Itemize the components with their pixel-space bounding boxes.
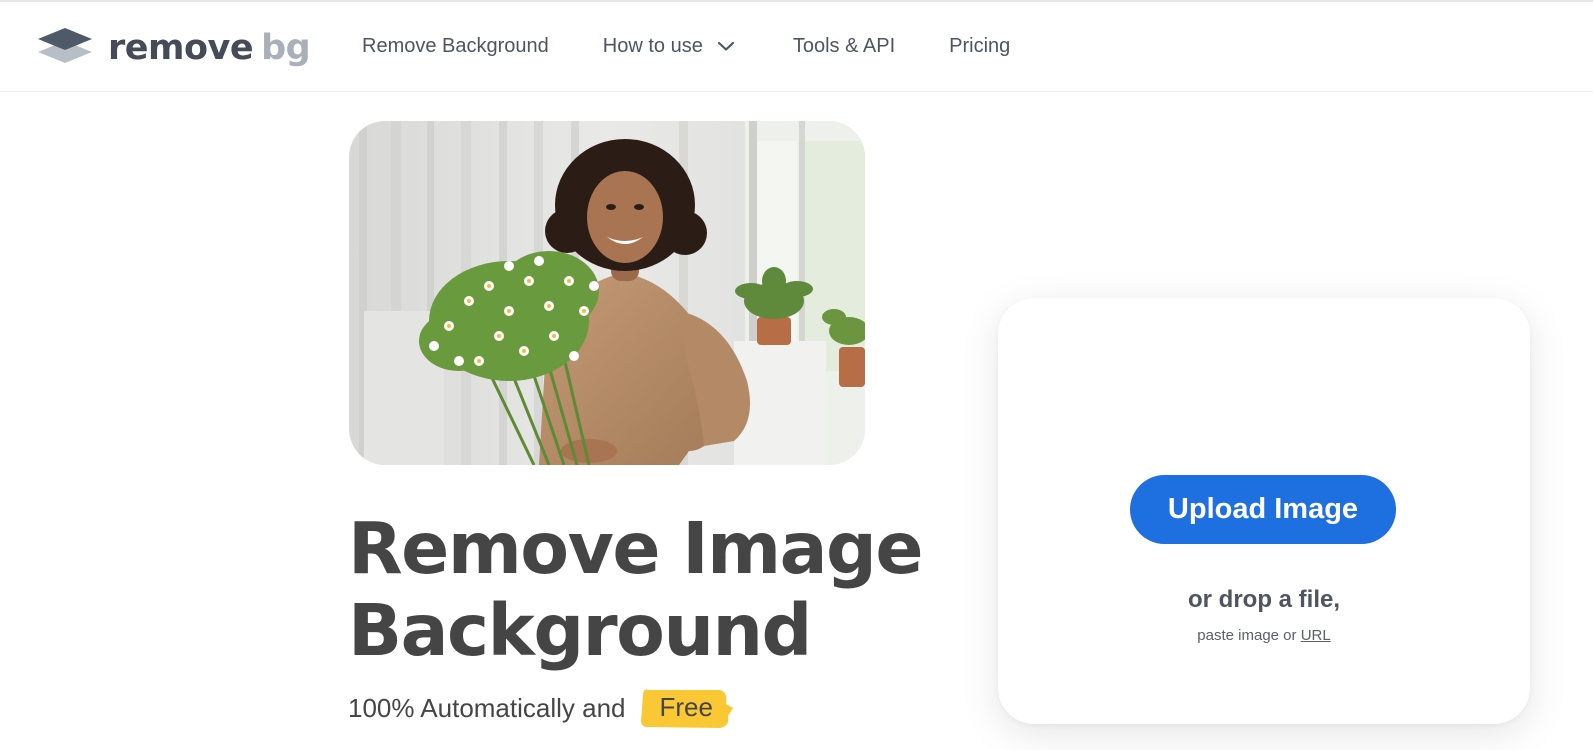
nav-remove-background[interactable]: Remove Background bbox=[362, 35, 549, 58]
paste-hint: paste image or URL bbox=[998, 627, 1530, 644]
subtitle-text: 100% Automatically and bbox=[348, 693, 626, 723]
nav-label: Remove Background bbox=[362, 35, 549, 57]
nav-label: How to use bbox=[602, 35, 703, 57]
nav-pricing[interactable]: Pricing bbox=[949, 35, 1010, 58]
logo-word-remove: remove bbox=[108, 27, 254, 68]
free-badge: Free bbox=[640, 689, 733, 728]
free-badge-label: Free bbox=[659, 692, 713, 722]
logo[interactable]: remove bg bbox=[38, 26, 311, 70]
hero-subtitle: 100% Automatically and Free bbox=[348, 689, 733, 728]
main-nav: Remove Background How to use Tools & API… bbox=[362, 2, 1064, 91]
site-header: remove bg Remove Background How to use To… bbox=[0, 2, 1593, 92]
nav-label: Tools & API bbox=[792, 35, 896, 57]
title-line-2: Background bbox=[348, 589, 812, 672]
page-title: Remove Image Background bbox=[348, 508, 988, 672]
url-link[interactable]: URL bbox=[1301, 627, 1331, 644]
nav-tools-api[interactable]: Tools & API bbox=[793, 35, 895, 58]
nav-label: Pricing bbox=[949, 35, 1011, 57]
logo-word-bg: bg bbox=[261, 27, 311, 68]
logo-wordmark: remove bg bbox=[108, 27, 311, 68]
upload-image-button[interactable]: Upload Image bbox=[1130, 475, 1396, 544]
title-line-1: Remove Image bbox=[348, 507, 924, 590]
nav-how-to-use[interactable]: How to use bbox=[603, 35, 735, 58]
drop-file-text: or drop a file, bbox=[1187, 586, 1340, 613]
layers-icon bbox=[38, 28, 92, 68]
hero-image bbox=[349, 121, 865, 465]
upload-card[interactable]: Upload Image or drop a file, paste image… bbox=[998, 298, 1530, 724]
paste-hint-text: paste image or bbox=[1197, 627, 1297, 644]
chevron-down-icon bbox=[717, 35, 735, 58]
